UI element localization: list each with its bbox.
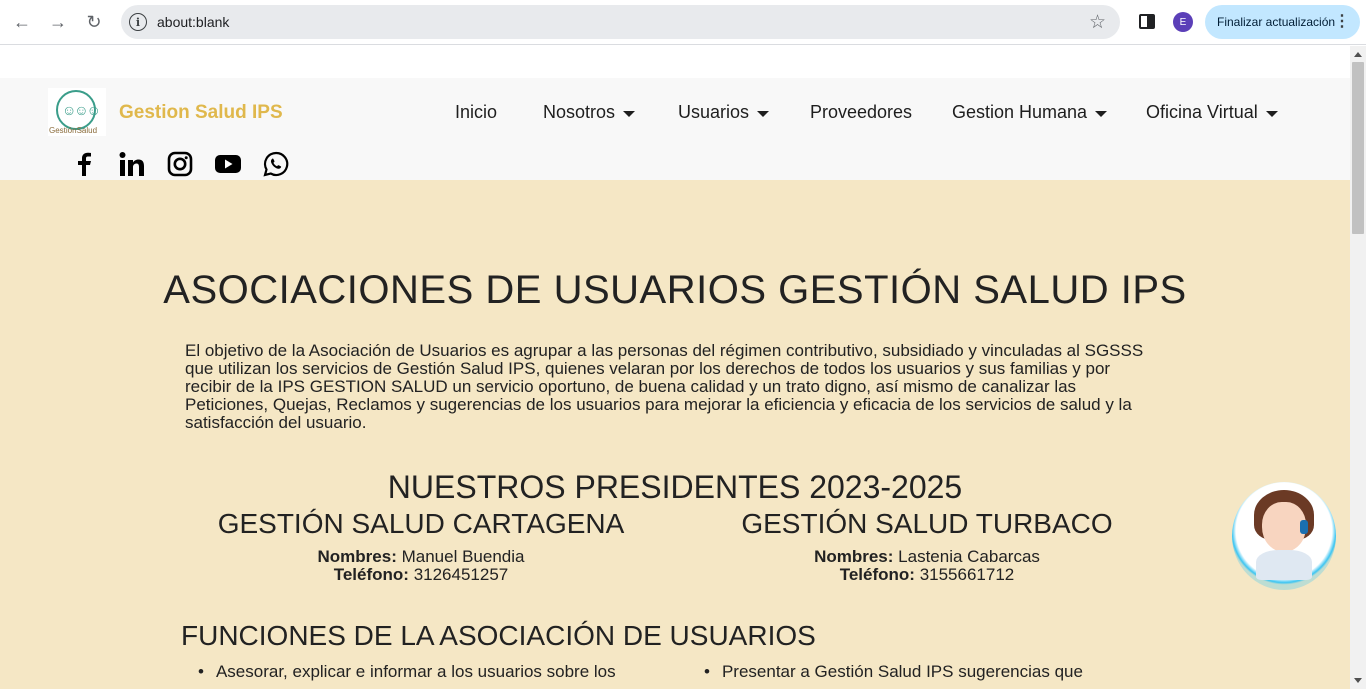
nav-nosotros[interactable]: Nosotros <box>543 102 636 123</box>
nav-label: Inicio <box>455 102 498 122</box>
bullet-dot: • <box>198 662 204 681</box>
scrollbar-thumb[interactable] <box>1352 62 1364 234</box>
president-phone-line: Teléfono: 3155661712 <box>667 566 1187 584</box>
president-name-line: Nombres: Manuel Buendia <box>161 548 681 566</box>
intro-paragraph: El objetivo de la Asociación de Usuarios… <box>185 341 1144 432</box>
headset-icon <box>1300 520 1308 534</box>
brand-name[interactable]: Gestion Salud IPS <box>119 102 283 124</box>
nav-label: Oficina Virtual <box>1146 102 1258 122</box>
update-button[interactable]: Finalizar actualización ⋮ <box>1205 5 1360 39</box>
list-item: • Presentar a Gestión Salud IPS sugerenci… <box>704 662 1083 682</box>
presidents-title: NUESTROS PRESIDENTES 2023-2025 <box>387 469 963 505</box>
caret-down-icon <box>623 111 636 117</box>
forward-icon[interactable]: → <box>47 11 69 33</box>
caret-down-icon <box>1095 111 1108 117</box>
chat-assistant-button[interactable] <box>1232 482 1336 590</box>
address-bar[interactable]: i about:blank ☆ <box>121 5 1120 39</box>
site-info-icon[interactable]: i <box>129 13 147 31</box>
update-label: Finalizar actualización <box>1217 15 1336 29</box>
functions-title: FUNCIONES DE LA ASOCIACIÓN DE USUARIOS <box>181 620 816 651</box>
president-name-line: Nombres: Lastenia Cabarcas <box>667 548 1187 566</box>
president-card-cartagena: GESTIÓN SALUD CARTAGENA Nombres: Manuel … <box>161 508 681 584</box>
president-card-turbaco: GESTIÓN SALUD TURBACO Nombres: Lastenia … <box>667 508 1187 584</box>
president-phone: 3126451257 <box>408 565 509 584</box>
caret-down-icon <box>757 111 770 117</box>
nav-proveedores[interactable]: Proveedores <box>810 102 912 123</box>
phone-label: Teléfono: <box>839 565 915 584</box>
reload-icon[interactable]: ↻ <box>83 11 105 33</box>
more-menu-icon[interactable]: ⋮ <box>1334 11 1350 31</box>
nav-label: Usuarios <box>678 102 750 122</box>
main-content: ASOCIACIONES DE USUARIOS GESTIÓN SALUD I… <box>0 180 1350 689</box>
nav-gestion-humana[interactable]: Gestion Humana <box>952 102 1108 123</box>
president-name: Manuel Buendia <box>396 547 525 566</box>
logo-text: GestiónSalud <box>49 126 98 135</box>
name-label: Nombres: <box>317 547 397 566</box>
bullet-dot: • <box>704 662 710 681</box>
president-name: Lastenia Cabarcas <box>893 547 1040 566</box>
browser-toolbar: ← → ↻ i about:blank ☆ E Finalizar actual… <box>0 0 1366 45</box>
president-place: GESTIÓN SALUD CARTAGENA <box>217 508 625 539</box>
url-text[interactable]: about:blank <box>157 14 229 30</box>
nav-label: Nosotros <box>543 102 616 122</box>
logo-people-icon: ☺☺☺ <box>62 102 101 118</box>
bookmark-star-icon[interactable]: ☆ <box>1089 11 1106 34</box>
phone-label: Teléfono: <box>333 565 409 584</box>
logo[interactable]: ☺☺☺ GestiónSalud <box>48 88 106 136</box>
president-place: GESTIÓN SALUD TURBACO <box>741 508 1113 539</box>
list-item-text: Presentar a Gestión Salud IPS sugerencia… <box>721 662 1083 681</box>
list-item-text: Asesorar, explicar e informar a los usua… <box>215 662 616 681</box>
side-panel-icon[interactable] <box>1139 14 1155 29</box>
caret-down-icon <box>1265 111 1278 117</box>
profile-avatar[interactable]: E <box>1173 12 1193 32</box>
back-icon[interactable]: ← <box>11 11 33 33</box>
president-phone-line: Teléfono: 3126451257 <box>161 566 681 584</box>
whatsapp-icon[interactable] <box>262 150 290 178</box>
youtube-icon[interactable] <box>214 150 242 178</box>
vertical-scrollbar[interactable] <box>1350 46 1366 689</box>
assistant-body <box>1256 550 1312 580</box>
nav-label: Gestion Humana <box>952 102 1088 122</box>
instagram-icon[interactable] <box>166 150 194 178</box>
name-label: Nombres: <box>814 547 894 566</box>
nav-label: Proveedores <box>810 102 913 122</box>
president-phone: 3155661712 <box>914 565 1015 584</box>
page-viewport: ☺☺☺ GestiónSalud Gestion Salud IPS Inici… <box>0 46 1350 689</box>
facebook-icon[interactable] <box>70 150 98 178</box>
nav-usuarios[interactable]: Usuarios <box>678 102 770 123</box>
page-title: ASOCIACIONES DE USUARIOS GESTIÓN SALUD I… <box>163 268 1187 312</box>
scroll-up-arrow-icon[interactable] <box>1354 52 1362 57</box>
list-item: • Asesorar, explicar e informar a los usu… <box>198 662 616 682</box>
nav-inicio[interactable]: Inicio <box>455 102 497 123</box>
site-header: ☺☺☺ GestiónSalud Gestion Salud IPS Inici… <box>0 78 1350 180</box>
linkedin-icon[interactable] <box>118 150 146 178</box>
scroll-down-arrow-icon[interactable] <box>1354 678 1362 683</box>
nav-oficina-virtual[interactable]: Oficina Virtual <box>1146 102 1278 123</box>
